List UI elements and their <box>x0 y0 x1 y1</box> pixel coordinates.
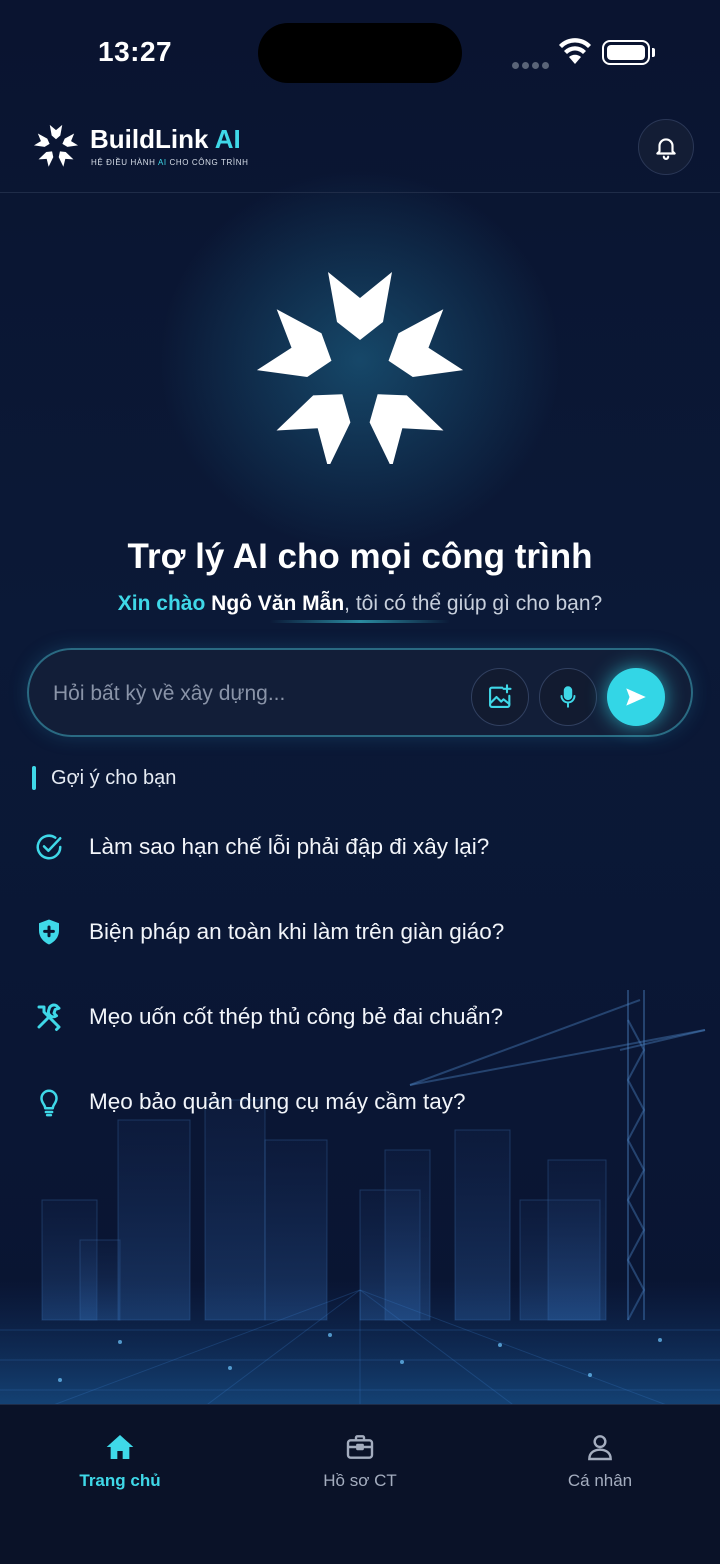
attach-image-button[interactable] <box>471 668 529 726</box>
briefcase-icon <box>342 1429 378 1465</box>
hero-greeting: Xin chào Ngô Văn Mẫn, tôi có thể giúp gì… <box>0 592 720 616</box>
tagline-ai: AI <box>157 158 167 167</box>
bottom-navigation: Trang chủ Hồ sơ CT Cá nhân <box>0 1404 720 1564</box>
greeting-question: , tôi có thể giúp gì cho bạn? <box>344 592 603 615</box>
brand-name-text: BuildLink <box>90 124 209 154</box>
brand-ai-text: AI <box>214 124 241 154</box>
voice-input-button[interactable] <box>539 668 597 726</box>
brand-tagline: HỆ ĐIỀU HÀNH AI CHO CÔNG TRÌNH <box>91 158 248 167</box>
nav-item-projects[interactable]: Hồ sơ CT <box>240 1405 480 1515</box>
status-bar: 13:27 <box>0 0 720 100</box>
suggestion-text: Mẹo bảo quản dụng cụ máy cầm tay? <box>89 1089 466 1114</box>
dynamic-island <box>258 23 462 83</box>
check-circle-icon <box>32 830 66 864</box>
ask-input[interactable] <box>53 676 473 712</box>
suggestion-item[interactable]: Làm sao hạn chế lỗi phải đập đi xây lại? <box>32 822 672 872</box>
ask-box <box>27 648 693 737</box>
nav-item-profile[interactable]: Cá nhân <box>480 1405 720 1515</box>
suggestions-heading-label: Gợi ý cho bạn <box>51 767 177 789</box>
tools-icon <box>32 1000 66 1034</box>
suggestion-text: Biện pháp an toàn khi làm trên giàn giáo… <box>89 919 505 944</box>
user-icon <box>582 1429 618 1465</box>
home-icon <box>102 1429 138 1465</box>
hero-title: Trợ lý AI cho mọi công trình <box>127 537 593 576</box>
battery-icon <box>602 40 650 65</box>
send-icon <box>626 688 646 706</box>
suggestion-item[interactable]: Biện pháp an toàn khi làm trên giàn giáo… <box>32 907 672 957</box>
status-time: 13:27 <box>98 36 173 67</box>
app-header: BuildLink AI HỆ ĐIỀU HÀNH AI CHO CÔNG TR… <box>0 100 720 193</box>
battery-cap <box>652 48 655 57</box>
user-name: Ngô Văn Mẫn <box>211 592 345 615</box>
wifi-icon <box>559 38 591 64</box>
suggestion-text: Làm sao hạn chế lỗi phải đập đi xây lại? <box>89 834 490 859</box>
suggestion-item[interactable]: Mẹo uốn cốt thép thủ công bẻ đai chuẩn? <box>32 992 672 1042</box>
cellular-signal-icon <box>512 56 552 74</box>
image-add-icon <box>489 684 512 708</box>
buildlink-logo-icon <box>33 124 79 167</box>
notification-button[interactable] <box>638 119 694 175</box>
brand-name: BuildLink AI <box>90 124 241 155</box>
shield-plus-icon <box>32 915 66 949</box>
suggestion-item[interactable]: Mẹo bảo quản dụng cụ máy cầm tay? <box>32 1077 672 1127</box>
nav-label-home: Trang chủ <box>79 1471 161 1490</box>
nav-item-home[interactable]: Trang chủ <box>0 1405 240 1515</box>
nav-label-projects: Hồ sơ CT <box>323 1471 397 1490</box>
ai-assistant-logo-icon <box>256 272 464 464</box>
greeting-underline <box>270 620 450 623</box>
heading-accent-bar <box>32 766 36 790</box>
lightbulb-icon <box>32 1085 66 1119</box>
microphone-icon <box>560 686 576 708</box>
suggestion-text: Mẹo uốn cốt thép thủ công bẻ đai chuẩn? <box>89 1004 504 1029</box>
greeting-text: Xin chào <box>117 592 206 615</box>
tagline-part-1: HỆ ĐIỀU HÀNH <box>91 158 156 167</box>
bell-icon <box>656 138 676 160</box>
nav-label-profile: Cá nhân <box>567 1471 633 1490</box>
send-button[interactable] <box>607 668 665 726</box>
tagline-part-2: CHO CÔNG TRÌNH <box>169 158 249 167</box>
city-skyline-illustration <box>0 990 720 1410</box>
